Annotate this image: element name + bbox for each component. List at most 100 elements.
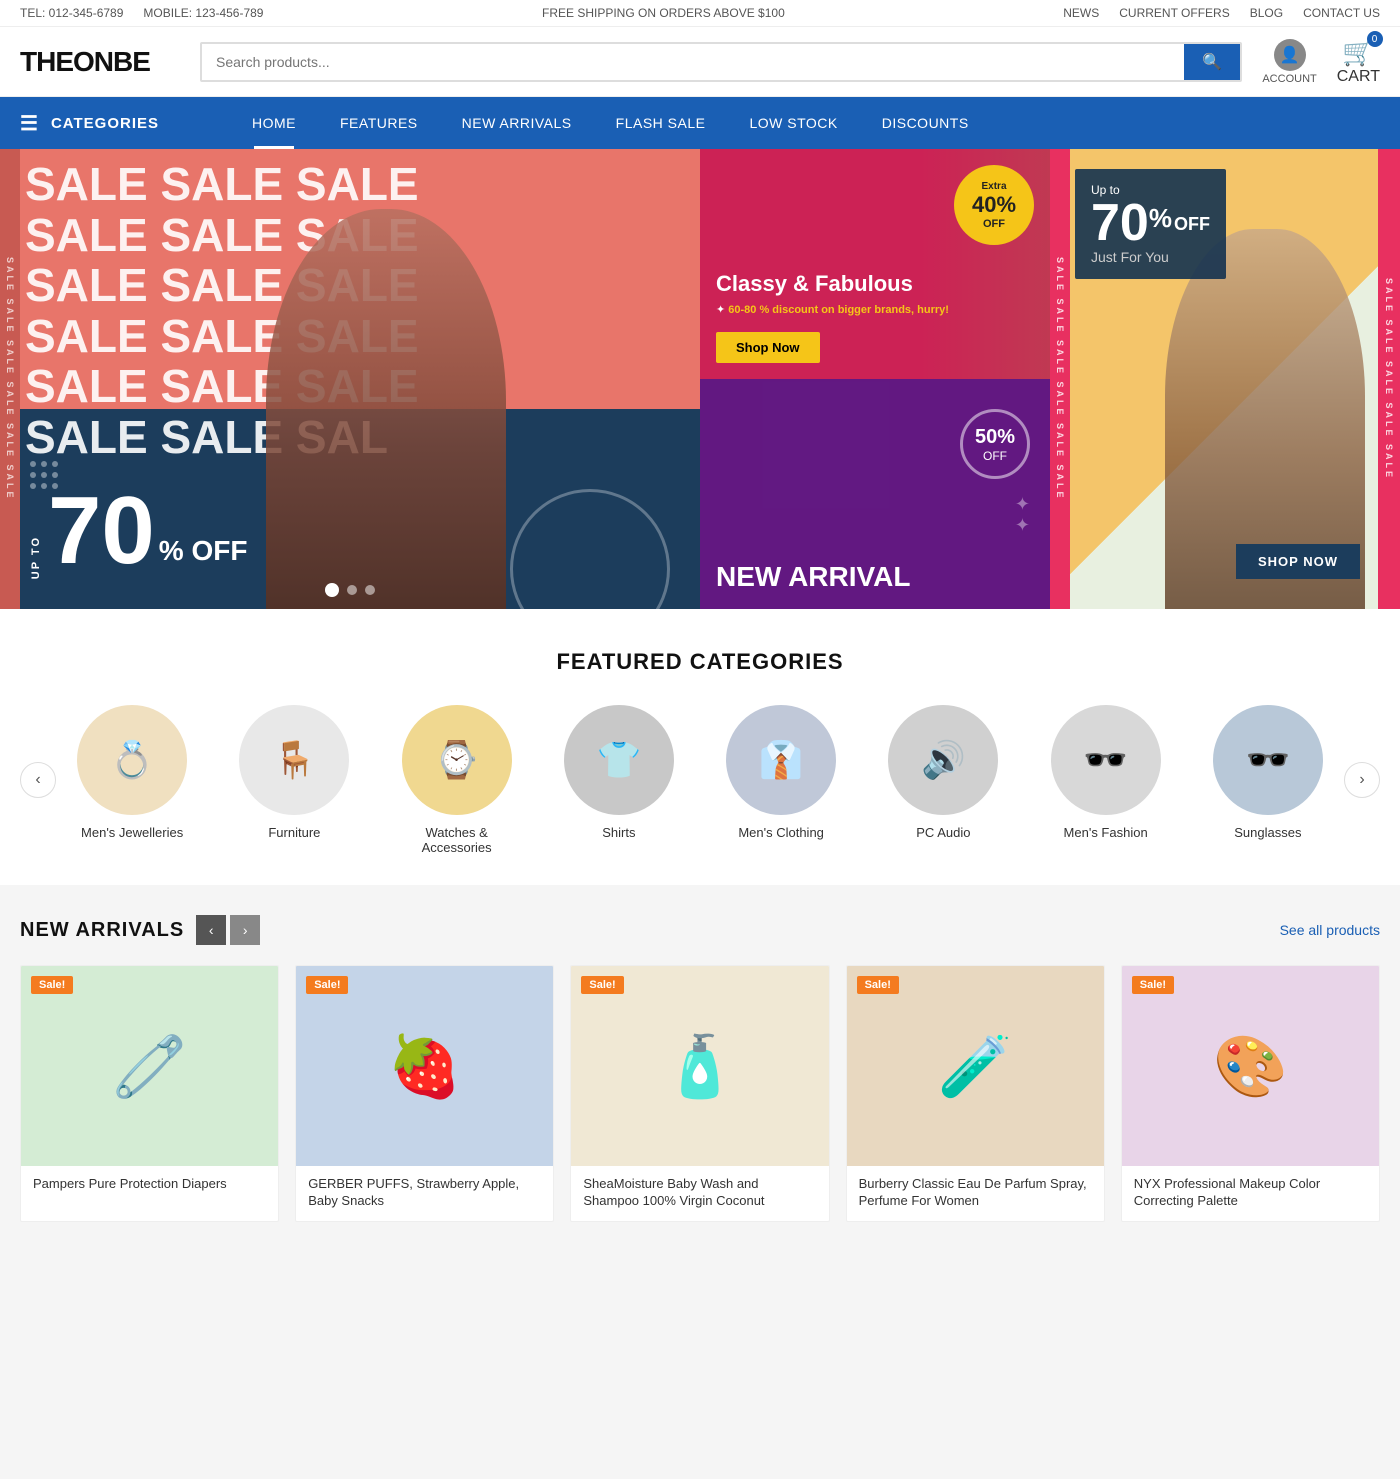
- new-arrivals-prev[interactable]: ‹: [196, 915, 226, 945]
- search-input[interactable]: [202, 44, 1184, 80]
- category-pc-audio[interactable]: 🔊 PC Audio: [883, 705, 1003, 855]
- product-name-5: NYX Professional Makeup Color Correcting…: [1134, 1176, 1367, 1211]
- product-img-4: Sale! 🧪: [847, 966, 1104, 1166]
- main-nav: ☰ CATEGORIES HOME FEATURES NEW ARRIVALS …: [0, 97, 1400, 149]
- category-furniture[interactable]: 🪑 Furniture: [234, 705, 354, 855]
- right-sale-vertical: SALE SALE SALE SALE SALE: [1378, 149, 1400, 609]
- new-arrivals-title: NEW ARRIVALS: [20, 919, 184, 942]
- contact-link[interactable]: CONTACT US: [1303, 6, 1380, 20]
- product-img-3: Sale! 🧴: [571, 966, 828, 1166]
- nav-features[interactable]: FEATURES: [318, 97, 440, 149]
- hero-off-text: % OFF: [159, 535, 248, 567]
- product-name-1: Pampers Pure Protection Diapers: [33, 1176, 266, 1211]
- top-nav-links: NEWS CURRENT OFFERS BLOG CONTACT US: [1063, 6, 1380, 20]
- product-name-2: GERBER PUFFS, Strawberry Apple, Baby Sna…: [308, 1176, 541, 1211]
- featured-categories-title: FEATURED CATEGORIES: [20, 649, 1380, 675]
- cart-badge: 0: [1367, 31, 1383, 47]
- mobile: MOBILE: 123-456-789: [143, 6, 263, 20]
- product-card-4[interactable]: Sale! 🧪 Burberry Classic Eau De Parfum S…: [846, 965, 1105, 1222]
- side-top-content: Classy & Fabulous ✦ 60-80 % discount on …: [716, 271, 1034, 363]
- tel: TEL: 012-345-6789: [20, 6, 123, 20]
- category-mens-clothing-label: Men's Clothing: [738, 825, 824, 840]
- side-banner-top: Extra 40% OFF Classy & Fabulous ✦ 60-80 …: [700, 149, 1050, 379]
- new-arrivals-header-left: NEW ARRIVALS ‹ ›: [20, 915, 260, 945]
- category-pc-audio-label: PC Audio: [916, 825, 970, 840]
- category-mens-jewelleries-label: Men's Jewelleries: [81, 825, 183, 840]
- category-mens-jewelleries[interactable]: 💍 Men's Jewelleries: [72, 705, 192, 855]
- nav-discounts[interactable]: DISCOUNTS: [860, 97, 991, 149]
- category-shirts-label: Shirts: [602, 825, 635, 840]
- category-watches-img: ⌚: [402, 705, 512, 815]
- product-name-3: SheaMoisture Baby Wash and Shampoo 100% …: [583, 1176, 816, 1211]
- new-arrivals-nav-arrows: ‹ ›: [196, 915, 260, 945]
- product-img-5: Sale! 🎨: [1122, 966, 1379, 1166]
- product-img-icon-1: 🧷: [112, 1031, 187, 1102]
- product-card-3[interactable]: Sale! 🧴 SheaMoisture Baby Wash and Shamp…: [570, 965, 829, 1222]
- products-grid: Sale! 🧷 Pampers Pure Protection Diapers …: [20, 965, 1380, 1222]
- carousel-dots: [325, 583, 375, 597]
- hero-discount-text: UP TO 70 % OFF: [30, 483, 247, 579]
- hero-upto: UP TO: [30, 536, 42, 579]
- category-furniture-img: 🪑: [239, 705, 349, 815]
- right-big: 70: [1091, 197, 1149, 249]
- categories-carousel: ‹ 💍 Men's Jewelleries 🪑 Furniture ⌚ Watc…: [20, 705, 1380, 855]
- categories-next-arrow[interactable]: ›: [1344, 762, 1380, 798]
- category-furniture-label: Furniture: [268, 825, 320, 840]
- arrival-pct: 50%: [975, 426, 1015, 449]
- current-offers-link[interactable]: CURRENT OFFERS: [1119, 6, 1229, 20]
- product-badge-3: Sale!: [581, 976, 623, 994]
- right-pct: %: [1149, 197, 1172, 231]
- categories-button[interactable]: ☰ CATEGORIES: [0, 97, 230, 149]
- product-badge-4: Sale!: [857, 976, 899, 994]
- category-watches-label: Watches & Accessories: [402, 825, 512, 855]
- right-pct-wrap: 70 % OFF: [1091, 197, 1210, 249]
- category-sunglasses[interactable]: 🕶️ Sunglasses: [1208, 705, 1328, 855]
- account-label: ACCOUNT: [1262, 73, 1316, 85]
- carousel-dot-3[interactable]: [365, 585, 375, 595]
- right-shop-now-button[interactable]: SHOP NOW: [1236, 544, 1360, 579]
- extra-off: OFF: [983, 218, 1005, 230]
- hero-person-silhouette: [266, 209, 506, 609]
- category-shirts[interactable]: 👕 Shirts: [559, 705, 679, 855]
- product-card-5[interactable]: Sale! 🎨 NYX Professional Makeup Color Co…: [1121, 965, 1380, 1222]
- news-link[interactable]: NEWS: [1063, 6, 1099, 20]
- side-banners: Extra 40% OFF Classy & Fabulous ✦ 60-80 …: [700, 149, 1050, 609]
- category-sunglasses-img: 🕶️: [1213, 705, 1323, 815]
- category-mens-fashion-img: 🕶️: [1051, 705, 1161, 815]
- product-img-2: Sale! 🍓: [296, 966, 553, 1166]
- blog-link[interactable]: BLOG: [1250, 6, 1283, 20]
- product-card-1[interactable]: Sale! 🧷 Pampers Pure Protection Diapers: [20, 965, 279, 1222]
- nav-low-stock[interactable]: LOW STOCK: [727, 97, 859, 149]
- categories-prev-arrow[interactable]: ‹: [20, 762, 56, 798]
- right-off: OFF: [1172, 197, 1210, 233]
- see-all-link[interactable]: See all products: [1280, 922, 1380, 938]
- categories-list: 💍 Men's Jewelleries 🪑 Furniture ⌚ Watche…: [56, 705, 1344, 855]
- cart-button[interactable]: 🛒 0 CART: [1337, 37, 1380, 86]
- nav-new-arrivals[interactable]: NEW ARRIVALS: [440, 97, 594, 149]
- extra-badge-wrap: Extra 40% OFF: [716, 165, 1034, 245]
- featured-categories-section: FEATURED CATEGORIES ‹ 💍 Men's Jewellerie…: [0, 609, 1400, 885]
- sale-vertical-left: SALE SALE SALE SALE SALE SALE: [0, 149, 20, 609]
- product-info-5: NYX Professional Makeup Color Correcting…: [1122, 1166, 1379, 1221]
- arrival-off: OFF: [983, 449, 1007, 463]
- shop-now-button[interactable]: Shop Now: [716, 332, 820, 363]
- carousel-dot-2[interactable]: [347, 585, 357, 595]
- nav-home[interactable]: HOME: [230, 97, 318, 149]
- nav-flash-sale[interactable]: FLASH SALE: [594, 97, 728, 149]
- carousel-dot-1[interactable]: [325, 583, 339, 597]
- header: THEONBE 🔍 👤 ACCOUNT 🛒 0 CART: [0, 27, 1400, 97]
- contact-info: TEL: 012-345-6789 MOBILE: 123-456-789: [20, 6, 263, 20]
- side-banner-bottom: NEW ARRIVAL 50% OFF ✦✦: [700, 379, 1050, 609]
- category-pc-audio-img: 🔊: [888, 705, 998, 815]
- search-button[interactable]: 🔍: [1184, 44, 1240, 80]
- category-watches[interactable]: ⌚ Watches & Accessories: [397, 705, 517, 855]
- extra-label: Extra: [981, 181, 1006, 192]
- category-mens-clothing[interactable]: 👔 Men's Clothing: [721, 705, 841, 855]
- hero-percent-num: 70: [48, 483, 155, 579]
- product-card-2[interactable]: Sale! 🍓 GERBER PUFFS, Strawberry Apple, …: [295, 965, 554, 1222]
- right-banner: SALE SALE SALE SALE SALE SALE SALE SALE …: [1050, 149, 1400, 609]
- new-arrivals-next[interactable]: ›: [230, 915, 260, 945]
- right-discount-badge: Up to 70 % OFF Just For You: [1075, 169, 1226, 279]
- category-mens-fashion[interactable]: 🕶️ Men's Fashion: [1046, 705, 1166, 855]
- account-button[interactable]: 👤 ACCOUNT: [1262, 39, 1316, 85]
